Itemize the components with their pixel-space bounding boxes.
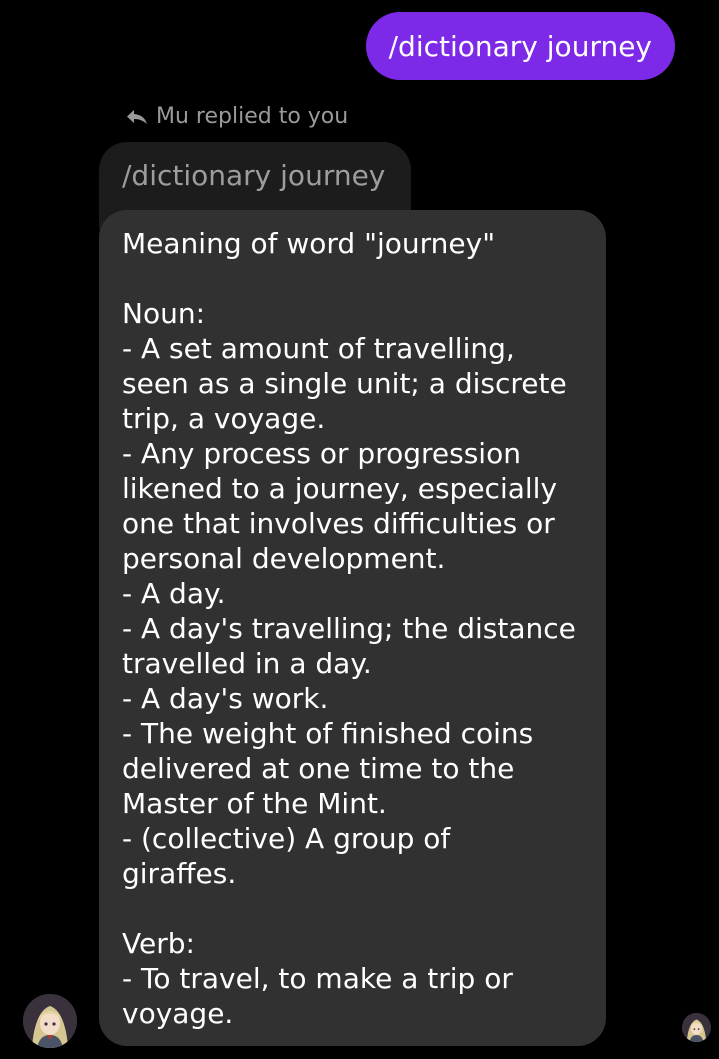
definition-item: - (collective) A group of giraffes. [122,822,451,890]
answer-title: Meaning of word "journey" [122,227,496,260]
noun-definition-list: - A set amount of travelling, seen as a … [122,331,596,891]
sent-message-bubble[interactable]: /dictionary journey [365,12,675,80]
definition-item: - A set amount of travelling, seen as a … [122,332,567,435]
bot-avatar-icon[interactable] [23,994,77,1048]
read-receipt-avatar-icon [682,1013,711,1042]
sent-message-text: /dictionary journey [388,29,652,63]
quoted-message-text: /dictionary journey [122,159,386,192]
definition-item: - Any process or progression likened to … [122,437,558,575]
verb-section-label: Verb: [122,927,195,960]
definition-item: - To travel, to make a trip or voyage. [122,962,513,1030]
reply-header-text: Mu replied to you [156,104,349,129]
verb-definition-list: - To travel, to make a trip or voyage. [122,961,596,1031]
chat-screen: /dictionary journey Mu replied to you /d… [0,0,719,1059]
definition-item: - A day's travelling; the distance trave… [122,612,576,680]
definition-item: - The weight of finished coins delivered… [122,717,534,820]
noun-section-label: Noun: [122,297,206,330]
definition-item: - A day. [122,577,226,610]
reply-arrow-icon [126,109,148,125]
dictionary-answer-bubble[interactable]: Meaning of word "journey" Noun: - A set … [99,210,606,1046]
reply-header: Mu replied to you [126,104,348,129]
definition-item: - A day's work. [122,682,329,715]
